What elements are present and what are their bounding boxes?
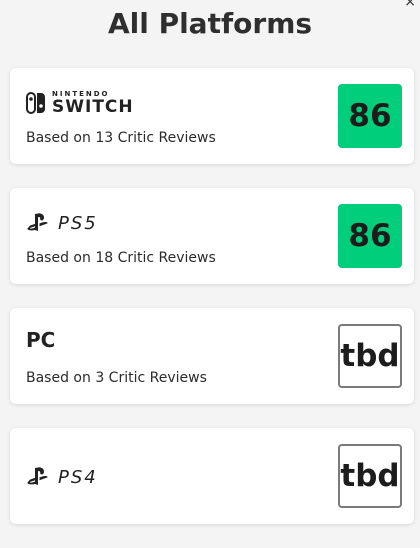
platform-card-switch[interactable]: NINTENDO SWITCH Based on 13 Critic Revie… (10, 68, 414, 164)
ps4-logo-text: PS4 (58, 466, 98, 488)
platform-list: NINTENDO SWITCH Based on 13 Critic Revie… (10, 68, 414, 548)
ps5-logo-text: PS5 (58, 212, 98, 234)
reviews-count: Based on 18 Critic Reviews (26, 250, 216, 266)
reviews-count: Based on 13 Critic Reviews (26, 130, 216, 146)
ps4-logo: PS4 (26, 464, 98, 490)
nintendo-switch-logo: NINTENDO SWITCH (26, 90, 134, 116)
page-title: All Platforms (107, 7, 313, 40)
platform-name: PC (26, 328, 56, 352)
close-icon[interactable]: × (404, 0, 416, 10)
playstation-icon (27, 467, 48, 485)
platform-card-ps5[interactable]: PS5 Based on 18 Critic Reviews 86 (10, 188, 414, 284)
switch-joycon-icon (26, 92, 45, 114)
score-badge[interactable]: tbd (338, 324, 402, 388)
switch-logo-large-text: SWITCH (52, 96, 134, 117)
score-badge[interactable]: 86 (338, 84, 402, 148)
playstation-icon (27, 213, 48, 231)
reviews-count: Based on 3 Critic Reviews (26, 370, 207, 386)
platform-card-ps4[interactable]: PS4 tbd (10, 428, 414, 524)
score-badge[interactable]: 86 (338, 204, 402, 268)
score-badge[interactable]: tbd (338, 444, 402, 508)
ps5-logo: PS5 (26, 210, 98, 236)
platform-card-pc[interactable]: PC Based on 3 Critic Reviews tbd (10, 308, 414, 404)
